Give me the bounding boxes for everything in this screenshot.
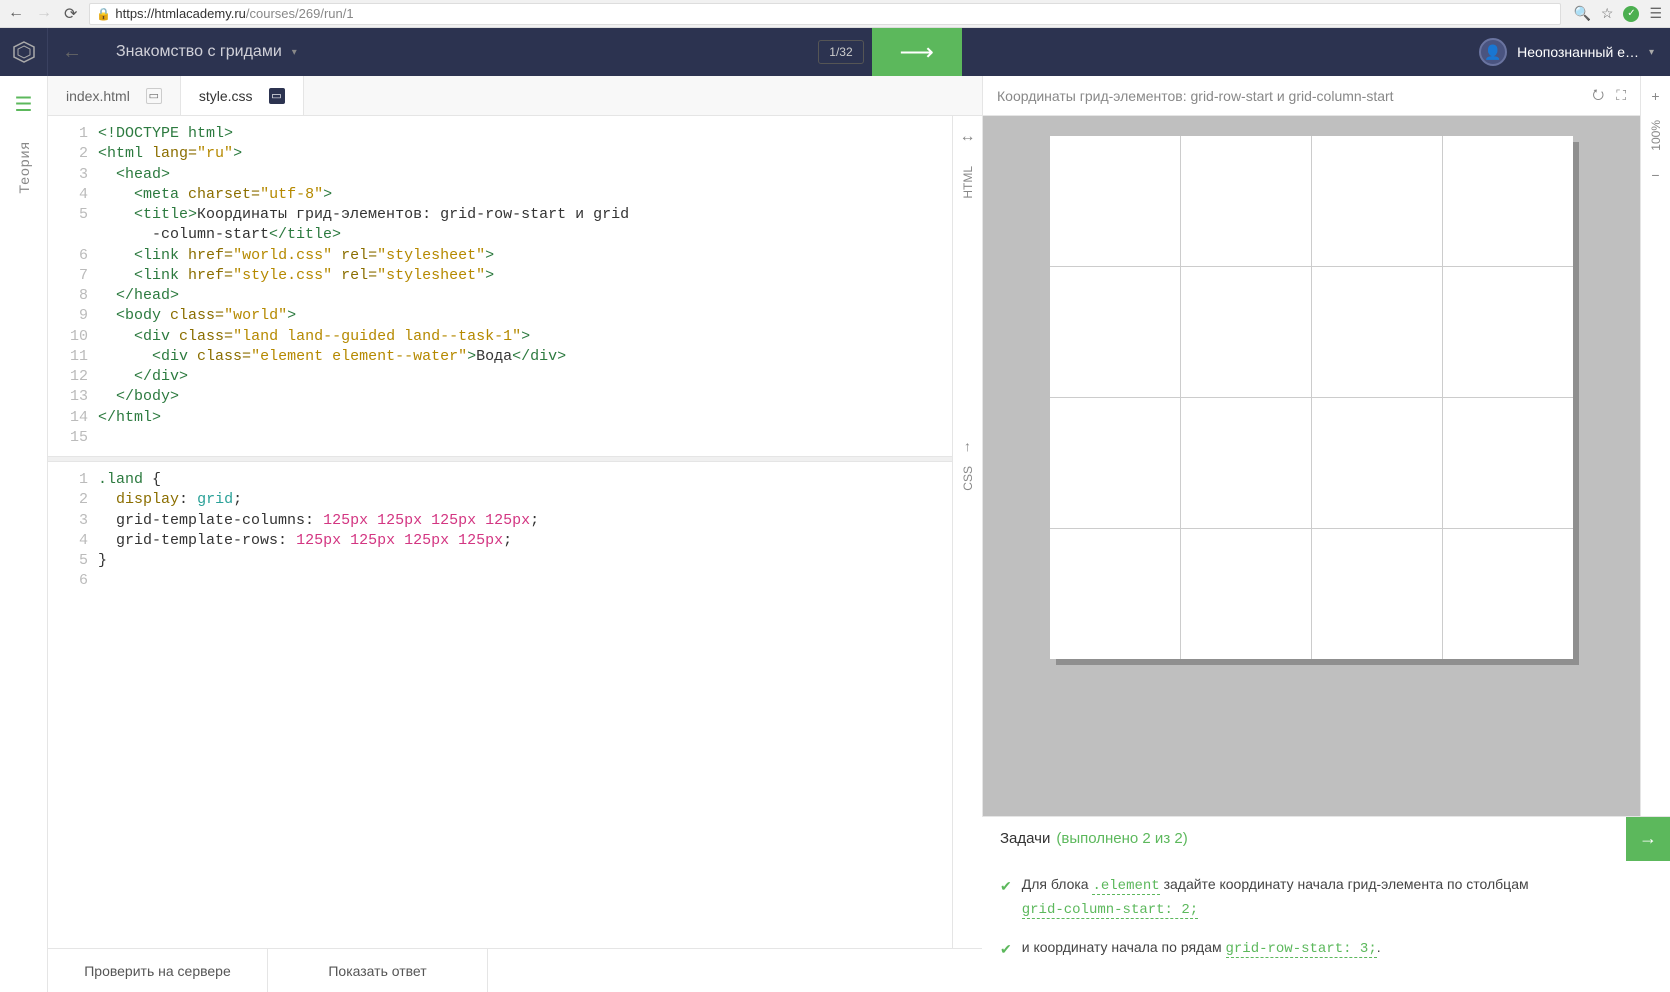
- browser-toolbar: ← → ⟳ 🔒 https ://htmlacademy.ru /courses…: [0, 0, 1670, 28]
- username: Неопознанный е…: [1517, 44, 1639, 60]
- tab-label: index.html: [66, 88, 130, 104]
- next-lesson-button[interactable]: ⟶: [872, 28, 962, 76]
- grid-preview: [1050, 136, 1573, 659]
- zoom-rail: + 100% −: [1640, 76, 1670, 816]
- url-path: /courses/269/run/1: [246, 6, 354, 21]
- zoom-in-icon[interactable]: +: [1651, 88, 1659, 104]
- app-header: ← Знакомство с гридами ▾ 1/32 ⟶ 👤 Неопоз…: [0, 28, 1670, 76]
- zoom-out-icon[interactable]: −: [1651, 167, 1659, 183]
- code-editor[interactable]: 123456789101112131415 <!DOCTYPE html> <h…: [48, 116, 952, 948]
- hamburger-icon[interactable]: ☰: [15, 92, 33, 117]
- chevron-down-icon: ▾: [292, 47, 297, 58]
- task-item: ✔ и координату начала по рядам grid-row-…: [1000, 936, 1652, 960]
- preview-viewport: [983, 116, 1640, 816]
- css-label: CSS: [961, 466, 975, 491]
- resize-horizontal-icon[interactable]: ↔: [960, 128, 976, 146]
- reload-preview-icon[interactable]: ⭮: [1592, 84, 1604, 108]
- back-icon[interactable]: ←: [8, 4, 24, 24]
- zoom-level: 100%: [1649, 120, 1663, 151]
- header-back-button[interactable]: ←: [48, 41, 96, 64]
- theory-tab[interactable]: Теория: [16, 141, 32, 194]
- tab-label: style.css: [199, 88, 253, 104]
- collapse-icon[interactable]: ↑: [964, 438, 971, 454]
- url-scheme: https: [115, 6, 143, 21]
- lock-icon: 🔒: [96, 7, 111, 21]
- preview-panel: Координаты грид-элементов: grid-row-star…: [982, 76, 1670, 992]
- html-code[interactable]: <!DOCTYPE html> <html lang="ru"> <head> …: [98, 116, 952, 456]
- fullscreen-icon[interactable]: ⛶: [1616, 87, 1626, 104]
- reload-icon[interactable]: ⟳: [64, 4, 77, 24]
- chevron-down-icon: ▾: [1649, 47, 1654, 58]
- show-answer-button[interactable]: Показать ответ: [268, 949, 488, 992]
- check-server-button[interactable]: Проверить на сервере: [48, 949, 268, 992]
- html-label: HTML: [961, 166, 975, 199]
- tasks-header: Задачи (выполнено 2 из 2) →: [982, 816, 1670, 861]
- left-sidebar: ☰ Теория: [0, 76, 48, 992]
- course-title[interactable]: Знакомство с гридами ▾: [96, 43, 317, 61]
- course-title-text: Знакомство с гридами: [116, 43, 282, 61]
- zoom-icon[interactable]: 🔍: [1573, 5, 1590, 22]
- lesson-progress[interactable]: 1/32: [818, 40, 863, 64]
- tab-index-html[interactable]: index.html ▭: [48, 76, 181, 115]
- editor-lang-rail: ↔ HTML ↑ CSS: [952, 116, 982, 948]
- tab-style-css[interactable]: style.css ▭: [181, 76, 304, 115]
- tasks-title: Задачи: [1000, 830, 1050, 847]
- editor-footer: Проверить на сервере Показать ответ: [48, 948, 982, 992]
- menu-icon[interactable]: ☰: [1649, 5, 1662, 22]
- url-host: ://htmlacademy.ru: [144, 6, 246, 21]
- css-code[interactable]: .land { display: grid; grid-template-col…: [98, 462, 952, 600]
- avatar: 👤: [1479, 38, 1507, 66]
- task-item: ✔ Для блока .element задайте координату …: [1000, 873, 1652, 922]
- task-list: ✔ Для блока .element задайте координату …: [982, 861, 1670, 992]
- split-icon[interactable]: ▭: [146, 88, 162, 104]
- line-gutter: 123456789101112131415: [48, 116, 98, 456]
- extension-icon[interactable]: ✓: [1623, 6, 1639, 22]
- split-icon[interactable]: ▭: [269, 88, 285, 104]
- address-bar[interactable]: 🔒 https ://htmlacademy.ru /courses/269/r…: [89, 3, 1561, 25]
- preview-header: Координаты грид-элементов: grid-row-star…: [983, 76, 1640, 116]
- line-gutter: 123456: [48, 462, 98, 600]
- logo[interactable]: [0, 28, 48, 76]
- user-menu[interactable]: 👤 Неопознанный е… ▾: [1463, 38, 1670, 66]
- editor-panel: index.html ▭ style.css ▭ 123456789101112…: [48, 76, 982, 992]
- tasks-next-button[interactable]: →: [1626, 817, 1670, 861]
- tasks-progress: (выполнено 2 из 2): [1056, 830, 1187, 847]
- preview-title: Координаты грид-элементов: grid-row-star…: [997, 88, 1580, 104]
- editor-tabs: index.html ▭ style.css ▭: [48, 76, 982, 116]
- forward-icon[interactable]: →: [36, 4, 52, 24]
- check-icon: ✔: [1000, 875, 1012, 922]
- star-icon[interactable]: ☆: [1601, 5, 1614, 22]
- check-icon: ✔: [1000, 938, 1012, 960]
